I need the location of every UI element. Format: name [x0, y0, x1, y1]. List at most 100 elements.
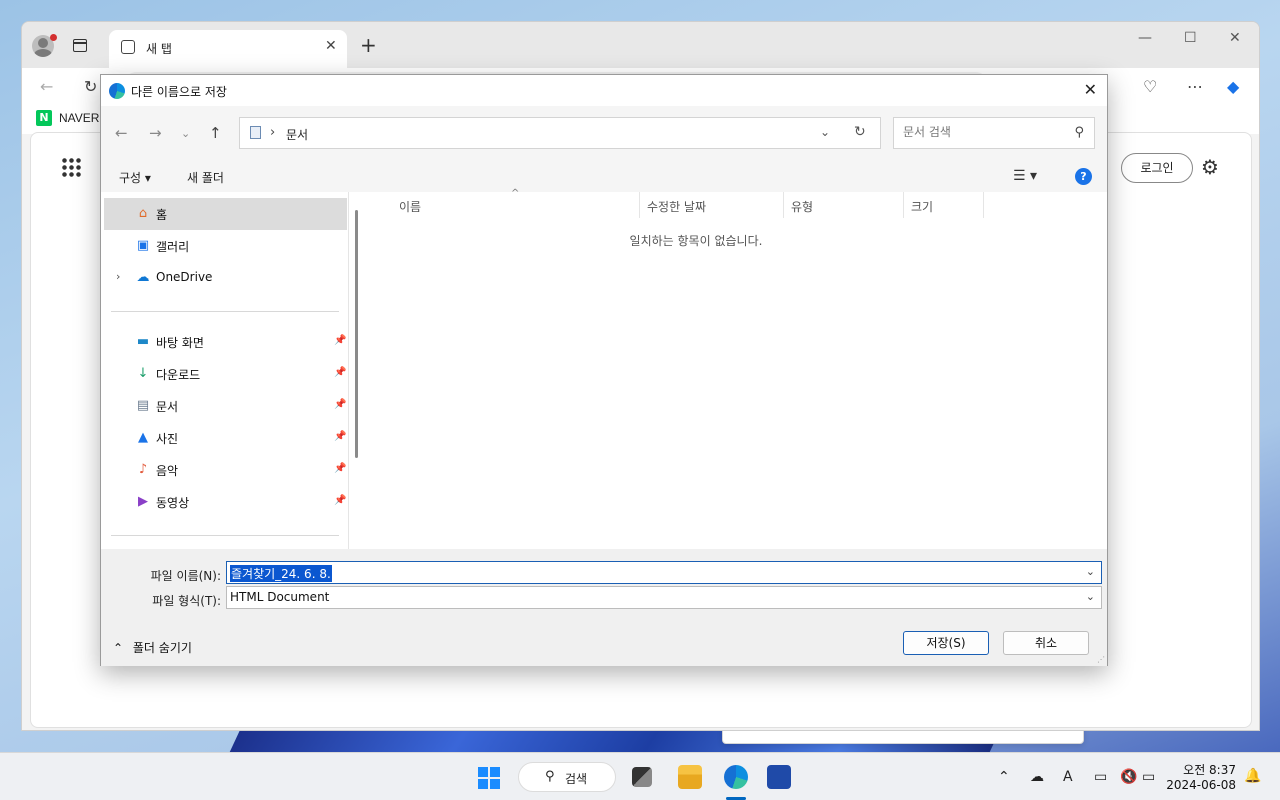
pin-icon[interactable]: 📌: [334, 335, 346, 346]
nav-item-downloads[interactable]: ↓ 다운로드 📌: [104, 358, 347, 390]
chevron-down-icon[interactable]: ⌄: [1086, 565, 1095, 578]
chevron-up-icon[interactable]: ⌃: [998, 769, 1010, 785]
nav-item-label: 문서: [156, 400, 179, 414]
health-icon[interactable]: ♡: [1143, 77, 1157, 96]
copilot-icon[interactable]: ◆: [1227, 77, 1239, 96]
empty-message: 일치하는 항목이 없습니다.: [629, 234, 763, 248]
login-button[interactable]: 로그인: [1121, 153, 1193, 183]
dialog-close-icon[interactable]: ✕: [1084, 80, 1097, 99]
pin-icon[interactable]: 📌: [334, 463, 346, 474]
cancel-button[interactable]: 취소: [1003, 631, 1089, 655]
nav-item-documents[interactable]: ▤ 문서 📌: [104, 390, 347, 422]
nav-scrollbar[interactable]: [355, 210, 358, 458]
edge-icon: [109, 83, 125, 99]
more-icon[interactable]: ⋯: [1187, 77, 1203, 96]
chevron-right-icon[interactable]: ›: [270, 125, 275, 140]
column-name[interactable]: 이름: [399, 198, 421, 215]
add-tab-icon[interactable]: +: [360, 33, 377, 57]
tab-close-icon[interactable]: ✕: [325, 38, 337, 54]
filename-field[interactable]: 즐겨찾기_24. 6. 8. ⌄: [226, 561, 1102, 584]
nav-item-music[interactable]: ♪ 음악 📌: [104, 454, 347, 486]
nav-item-desktop[interactable]: ▬ 바탕 화면 📌: [104, 326, 347, 358]
close-window-icon[interactable]: ✕: [1229, 30, 1241, 46]
column-divider[interactable]: [783, 192, 784, 218]
pin-icon[interactable]: 📌: [334, 431, 346, 442]
store-icon[interactable]: [767, 765, 791, 789]
recent-locations-icon[interactable]: ⌄: [181, 127, 190, 140]
tab-actions-icon[interactable]: [73, 39, 87, 52]
organize-menu[interactable]: 구성 ▾: [119, 169, 151, 186]
pin-icon[interactable]: 📌: [334, 399, 346, 410]
command-bar: 구성 ▾ 새 폴더 ☰ ▾ ?: [101, 162, 1107, 192]
ime-icon[interactable]: A: [1063, 769, 1073, 785]
battery-icon[interactable]: ▭: [1142, 769, 1155, 785]
nav-divider: [111, 311, 339, 312]
chevron-right-icon[interactable]: ›: [116, 270, 120, 283]
filename-value[interactable]: 즐겨찾기_24. 6. 8.: [230, 565, 332, 582]
search-icon[interactable]: ⚲: [1074, 125, 1084, 140]
search-icon: ⚲: [545, 769, 555, 784]
column-divider[interactable]: [639, 192, 640, 218]
column-date-modified[interactable]: 수정한 날짜: [647, 198, 706, 215]
refresh-icon[interactable]: ↻: [854, 124, 866, 140]
save-options: 파일 이름(N): 즐겨찾기_24. 6. 8. ⌄ 파일 형식(T): HTM…: [101, 549, 1107, 666]
file-explorer-icon[interactable]: [678, 765, 702, 789]
refresh-icon[interactable]: ↻: [84, 77, 97, 96]
back-arrow-icon[interactable]: ←: [115, 124, 128, 142]
pin-icon[interactable]: 📌: [334, 367, 346, 378]
up-arrow-icon[interactable]: ↑: [209, 124, 222, 142]
nav-item-videos[interactable]: ▶ 동영상 📌: [104, 486, 347, 518]
chevron-down-icon[interactable]: ⌄: [1086, 590, 1095, 603]
address-path[interactable]: › 문서 ⌄ ↻: [239, 117, 881, 149]
nav-item-label: 바탕 화면: [156, 336, 204, 350]
save-as-dialog: 다른 이름으로 저장 ✕ ← → ⌄ ↑ › 문서 ⌄ ↻ ⚲ 구성 ▾ 새 폴…: [100, 74, 1108, 666]
nav-item-pictures[interactable]: ▲ 사진 📌: [104, 422, 347, 454]
column-divider[interactable]: [903, 192, 904, 218]
resize-grip-icon[interactable]: ⋰: [1097, 655, 1105, 664]
tab-new-tab[interactable]: 새 탭 ✕: [109, 30, 347, 68]
minimize-icon[interactable]: —: [1138, 30, 1152, 46]
column-divider[interactable]: [983, 192, 984, 218]
column-type[interactable]: 유형: [791, 198, 813, 215]
bookmark-naver[interactable]: NAVER: [59, 111, 99, 125]
view-options-icon[interactable]: ☰ ▾: [1013, 168, 1037, 184]
settings-gear-icon[interactable]: ⚙: [1201, 155, 1219, 179]
dialog-title: 다른 이름으로 저장: [131, 85, 227, 99]
task-view-icon[interactable]: [632, 767, 652, 787]
notification-bell-icon[interactable]: 🔔: [1244, 768, 1261, 784]
search-input[interactable]: [903, 125, 1063, 139]
path-segment[interactable]: 문서: [286, 126, 308, 143]
apps-grid-icon[interactable]: [61, 157, 81, 177]
nav-item-onedrive[interactable]: › ☁ OneDrive: [104, 262, 347, 294]
gallery-icon: ▣: [136, 238, 150, 253]
maximize-icon[interactable]: ☐: [1184, 30, 1197, 46]
filetype-select[interactable]: HTML Document ⌄: [226, 586, 1102, 609]
volume-muted-icon[interactable]: 🔇: [1120, 769, 1137, 785]
new-folder-button[interactable]: 새 폴더: [187, 169, 224, 186]
network-icon[interactable]: ▭: [1094, 769, 1107, 785]
clock-time[interactable]: 오전 8:37: [1174, 761, 1236, 778]
help-icon[interactable]: ?: [1075, 168, 1092, 185]
new-tab-icon: [121, 40, 135, 54]
nav-item-home[interactable]: ⌂ 홈: [104, 198, 347, 230]
back-icon[interactable]: ←: [40, 77, 53, 96]
nav-item-label: 갤러리: [156, 240, 190, 254]
forward-arrow-icon[interactable]: →: [149, 124, 162, 142]
pin-icon[interactable]: 📌: [334, 495, 346, 506]
column-size[interactable]: 크기: [911, 198, 933, 215]
desktop-icon: ▬: [136, 334, 150, 349]
hide-folders-toggle[interactable]: ⌃ 폴더 숨기기: [113, 639, 192, 656]
nav-item-gallery[interactable]: ▣ 갤러리: [104, 230, 347, 262]
document-icon: [250, 126, 261, 139]
taskbar-search[interactable]: ⚲ 검색: [518, 762, 616, 792]
clock-date[interactable]: 2024-06-08: [1164, 778, 1236, 792]
cloud-offline-icon[interactable]: ☁: [1030, 769, 1044, 785]
chevron-down-icon[interactable]: ⌄: [820, 125, 830, 139]
music-icon: ♪: [138, 462, 148, 477]
file-list: ^ 이름 수정한 날짜 유형 크기 일치하는 항목이 없습니다.: [365, 188, 1107, 549]
save-button[interactable]: 저장(S): [903, 631, 989, 655]
start-button[interactable]: [478, 767, 500, 789]
pictures-icon: ▲: [138, 430, 148, 445]
edge-icon[interactable]: [724, 765, 748, 789]
search-box[interactable]: ⚲: [893, 117, 1095, 149]
